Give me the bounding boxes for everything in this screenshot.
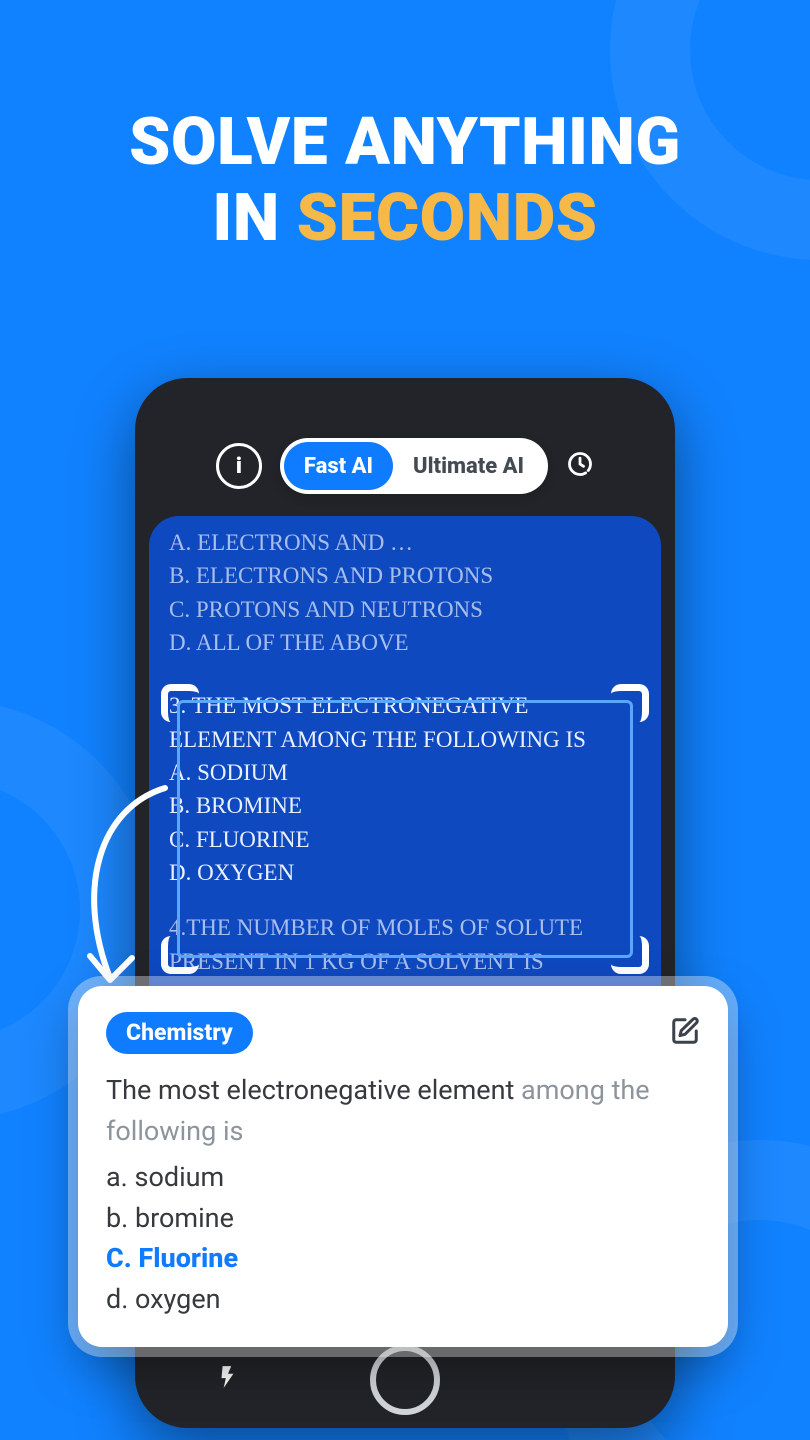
answer-option-a: a. sodium (106, 1157, 700, 1198)
notebook-text: C. FLUORINE (169, 823, 641, 856)
notebook-prev-question: A. ELECTRONS AND … B. ELECTRONS AND PROT… (169, 526, 641, 659)
notebook-next-question: 4.THE NUMBER OF MOLES OF SOLUTE PRESENT … (169, 911, 641, 978)
headline-line2-prefix: IN (212, 180, 296, 257)
answer-option-d: d. oxygen (106, 1279, 700, 1320)
answer-stem-main: The most electronegative element (106, 1074, 521, 1106)
notebook-text: A. ELECTRONS AND … (169, 526, 641, 559)
notebook-text: B. ELECTRONS AND PROTONS (169, 559, 641, 592)
ultimate-ai-option[interactable]: Ultimate AI (393, 442, 544, 490)
ai-mode-toggle[interactable]: Fast AI Ultimate AI (280, 438, 548, 494)
notebook-text: A. SODIUM (169, 756, 641, 789)
answer-card: Chemistry The most electronegative eleme… (78, 986, 728, 1347)
notebook-text: 4.THE NUMBER OF MOLES OF SOLUTE (169, 911, 641, 944)
answer-body: The most electronegative element among t… (106, 1070, 700, 1319)
answer-question-stem: The most electronegative element among t… (106, 1070, 700, 1151)
notebook-text: D. OXYGEN (169, 856, 641, 889)
history-icon (566, 463, 594, 482)
flash-button[interactable] (215, 1363, 241, 1398)
notebook-text: B. BROMINE (169, 789, 641, 822)
ultimate-ai-label: Ultimate AI (413, 454, 524, 479)
camera-toolbar: i Fast AI Ultimate AI (135, 438, 675, 494)
notebook-text: D. ALL OF THE ABOVE (169, 626, 641, 659)
answer-option-b: b. bromine (106, 1198, 700, 1239)
fast-ai-label: Fast AI (304, 454, 373, 479)
edit-icon (670, 1031, 700, 1050)
history-button[interactable] (566, 450, 594, 482)
headline-line1: SOLVE ANYTHING (129, 104, 681, 181)
edit-button[interactable] (670, 1016, 700, 1050)
notebook-text: C. PROTONS AND NEUTRONS (169, 593, 641, 626)
headline: SOLVE ANYTHING IN SECONDS (0, 105, 810, 257)
notebook-text: PRESENT IN 1 KG OF A SOLVENT IS (169, 945, 641, 978)
flash-icon (215, 1363, 241, 1398)
info-icon: i (236, 454, 242, 479)
info-button[interactable]: i (216, 443, 262, 489)
fast-ai-option[interactable]: Fast AI (284, 442, 393, 490)
answer-option-c-correct: C. Fluorine (106, 1238, 700, 1279)
notebook-focused-question: 3. THE MOST ELECTRONEGATIVE ELEMENT AMON… (169, 689, 641, 889)
subject-chip-label: Chemistry (126, 1019, 233, 1046)
headline-line2-highlight: SECONDS (297, 180, 598, 257)
notebook-text: 3. THE MOST ELECTRONEGATIVE ELEMENT AMON… (169, 689, 641, 756)
subject-chip[interactable]: Chemistry (106, 1012, 253, 1054)
